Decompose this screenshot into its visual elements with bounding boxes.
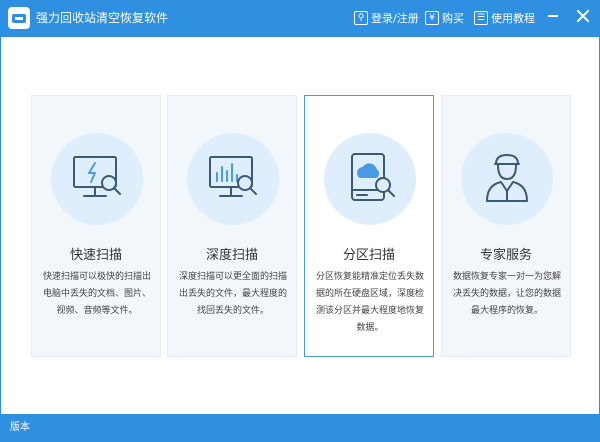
minimize-icon[interactable]: [548, 15, 558, 17]
drive-cloud-search-icon: [351, 153, 395, 201]
tutorial-label: 使用教程: [491, 12, 535, 25]
expert-person-icon: [486, 154, 528, 202]
yen-icon: ¥: [425, 11, 439, 25]
close-icon[interactable]: [574, 7, 592, 25]
version-label: 版本: [10, 422, 30, 433]
quick-scan-icon-bg: [51, 133, 143, 225]
quick-scan-card[interactable]: 快速扫描 快速扫描可以极快的扫描出电脑中丢失的文档、图片、视频、音频等文件。: [31, 95, 161, 357]
expert-service-title: 专家服务: [479, 248, 532, 263]
deep-scan-title: 深度扫描: [205, 248, 258, 263]
app-title: 强力回收站清空恢复软件: [36, 11, 169, 25]
key-icon: ⚲: [354, 11, 368, 25]
partition-scan-card[interactable]: 分区扫描 分区恢复能精准定位丢失数据的所在硬盘区域，深度检测该分区并最大程度地恢…: [304, 95, 434, 357]
partition-scan-description: 分区恢复能精准定位丢失数据的所在硬盘区域，深度检测该分区并最大程度地恢复数据。: [315, 272, 424, 333]
main-content: 快速扫描 快速扫描可以极快的扫描出电脑中丢失的文档、图片、视频、音频等文件。 深…: [0, 37, 600, 414]
expert-service-card[interactable]: 专家服务 数据恢复专家一对一为您解决丢失的数据，让您的数据最大程序的恢复。: [441, 95, 571, 357]
deep-scan-icon-bg: [187, 133, 279, 225]
app-logo-icon: [8, 7, 30, 29]
buy-button[interactable]: ¥ 购买: [425, 9, 464, 27]
status-bar: 版本: [0, 414, 600, 442]
deep-scan-card[interactable]: 深度扫描 深度扫描可以更全面的扫描出丢失的文件，最大程度的找回丢失的文件。: [167, 95, 297, 357]
tutorial-button[interactable]: ☰ 使用教程: [474, 9, 535, 27]
quick-scan-description: 快速扫描可以极快的扫描出电脑中丢失的文档、图片、视频、音频等文件。: [42, 272, 151, 316]
title-bar: 强力回收站清空恢复软件 ⚲ 登录/注册 ¥ 购买 ☰ 使用教程: [0, 0, 600, 37]
expert-service-description: 数据恢复专家一对一为您解决丢失的数据，让您的数据最大程序的恢复。: [452, 272, 561, 316]
deep-scan-description: 深度扫描可以更全面的扫描出丢失的文件，最大程度的找回丢失的文件。: [178, 272, 287, 316]
login-register-button[interactable]: ⚲ 登录/注册: [354, 9, 419, 27]
expert-service-icon-bg: [461, 133, 553, 225]
monitor-chart-search-icon: [209, 156, 257, 197]
partition-scan-icon-bg: [324, 133, 416, 225]
book-icon: ☰: [474, 11, 488, 25]
window-controls: [544, 6, 596, 26]
buy-label: 购买: [442, 12, 464, 25]
login-register-label: 登录/注册: [371, 12, 419, 25]
quick-scan-title: 快速扫描: [69, 248, 122, 263]
monitor-bolt-search-icon: [73, 156, 121, 197]
partition-scan-title: 分区扫描: [342, 248, 395, 263]
